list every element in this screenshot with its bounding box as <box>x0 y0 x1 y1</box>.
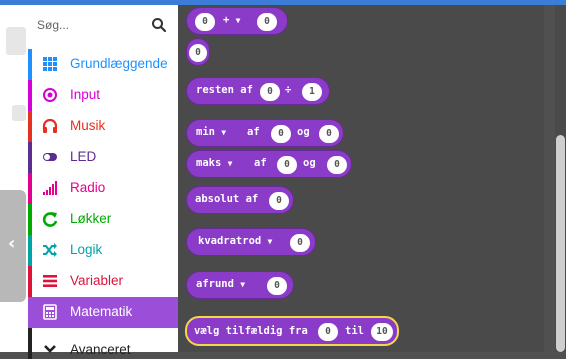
headphones-icon <box>42 118 58 133</box>
category-color-bar <box>28 328 32 359</box>
category-label: Musik <box>70 118 106 133</box>
dropdown-arrow-icon: ▼ <box>240 280 246 289</box>
block-label: og <box>303 157 316 169</box>
category-color-bar <box>28 204 32 235</box>
block-label: af <box>247 126 260 138</box>
block-label: vælg tilfældig fra <box>194 325 308 337</box>
category-label: Logik <box>70 242 103 257</box>
function-dropdown[interactable]: min ▼ <box>196 126 226 138</box>
toolbox-category-matematik[interactable]: Matematik <box>28 297 178 328</box>
remainder-block[interactable]: resten af 0 ÷ 1 <box>186 77 330 105</box>
refresh-icon <box>42 212 58 227</box>
calculator-icon <box>43 304 57 320</box>
number-input[interactable]: 0 <box>260 83 280 101</box>
signal-bars-icon <box>43 181 57 195</box>
number-input[interactable]: 1 <box>302 83 322 101</box>
absolute-block[interactable]: absolut af 0 <box>186 186 294 214</box>
block-label: af <box>254 157 267 169</box>
min-block[interactable]: min ▼ af 0 og 0 <box>186 119 344 147</box>
chevron-left-icon: ‹ <box>8 233 16 254</box>
number-input[interactable]: 0 <box>318 323 338 341</box>
toolbox-category-avanceret[interactable]: Avanceret <box>28 328 178 359</box>
function-label: kvadratrod <box>198 235 262 247</box>
category-color-bar <box>28 266 32 297</box>
operator-dropdown[interactable]: + ▼ <box>223 14 240 26</box>
search-icon[interactable] <box>151 17 167 33</box>
function-dropdown[interactable]: kvadratrod ▼ <box>198 235 272 247</box>
number-input[interactable]: 0 <box>195 13 215 31</box>
function-label: afrund <box>196 278 234 290</box>
function-dropdown[interactable]: afrund ▼ <box>196 278 245 290</box>
number-block[interactable]: 0 <box>186 38 210 66</box>
list-icon <box>43 275 57 287</box>
category-color-bar <box>28 235 32 266</box>
number-input[interactable]: 0 <box>290 234 310 252</box>
number-input[interactable]: 0 <box>319 125 339 143</box>
category-label: Variabler <box>70 273 124 288</box>
toggle-icon <box>43 153 57 161</box>
category-label: Matematik <box>70 304 133 319</box>
arithmetic-block[interactable]: 0 + ▼ 0 <box>186 7 288 35</box>
round-block[interactable]: afrund ▼ 0 <box>186 271 294 299</box>
square-root-block[interactable]: kvadratrod ▼ 0 <box>186 228 316 256</box>
shuffle-icon <box>43 243 57 257</box>
grid-icon <box>43 57 57 71</box>
dropdown-arrow-icon: ▼ <box>235 16 241 25</box>
workspace-block-hint <box>6 27 26 55</box>
chevron-down-icon <box>44 345 56 353</box>
category-label: Grundlæggende <box>70 56 168 71</box>
dropdown-arrow-icon: ▼ <box>227 159 233 168</box>
toolbox-category-variabler[interactable]: Variabler <box>28 266 178 297</box>
category-color-bar <box>28 49 32 80</box>
number-input[interactable]: 0 <box>277 156 297 174</box>
category-label: Løkker <box>70 211 112 226</box>
function-label: maks <box>196 157 222 169</box>
flyout-scrollbar-thumb[interactable] <box>556 135 565 352</box>
block-label: og <box>297 126 310 138</box>
blocks-flyout: 0 + ▼ 0 0 resten af 0 ÷ 1 min ▼ af 0 og … <box>178 5 544 352</box>
block-label: absolut af <box>195 193 259 205</box>
category-color-bar <box>28 173 32 204</box>
max-block[interactable]: maks ▼ af 0 og 0 <box>186 150 352 178</box>
category-color-bar <box>28 142 32 173</box>
category-label: Input <box>70 87 101 102</box>
number-input[interactable]: 0 <box>269 192 289 210</box>
dropdown-arrow-icon: ▼ <box>267 237 273 246</box>
toolbox-category-radio[interactable]: Radio <box>28 173 178 204</box>
toolbox-category-loekker[interactable]: Løkker <box>28 204 178 235</box>
divide-symbol: ÷ <box>285 84 292 96</box>
number-input[interactable]: 0 <box>257 13 277 31</box>
toolbox: Søg... Grundlæggende Input Musik LED Rad… <box>28 5 178 359</box>
toolbox-collapse-tab[interactable]: ‹ <box>0 190 26 302</box>
number-input[interactable]: 10 <box>371 323 393 341</box>
number-input[interactable]: 0 <box>189 44 207 62</box>
workspace-block-hint <box>12 105 26 121</box>
function-label: min <box>196 126 215 138</box>
block-label: resten af <box>196 84 253 96</box>
operator-label: + <box>223 14 230 26</box>
toolbox-category-grundlaeggende[interactable]: Grundlæggende <box>28 49 178 80</box>
random-range-block[interactable]: vælg tilfældig fra 0 til 10 <box>185 316 399 346</box>
toolbox-category-led[interactable]: LED <box>28 142 178 173</box>
toolbox-category-input[interactable]: Input <box>28 80 178 111</box>
number-input[interactable]: 0 <box>327 156 347 174</box>
category-color-bar <box>28 111 32 142</box>
category-label: Avanceret <box>70 342 131 357</box>
toolbox-category-logik[interactable]: Logik <box>28 235 178 266</box>
toolbox-category-musik[interactable]: Musik <box>28 111 178 142</box>
search-input[interactable]: Søg... <box>37 18 69 32</box>
search-box[interactable]: Søg... <box>28 14 178 38</box>
function-dropdown[interactable]: maks ▼ <box>196 157 232 169</box>
dropdown-arrow-icon: ▼ <box>221 128 227 137</box>
category-label: Radio <box>70 180 106 195</box>
number-input[interactable]: 0 <box>267 277 287 295</box>
category-color-bar <box>28 80 32 111</box>
block-label: til <box>345 325 364 337</box>
radio-circle-icon <box>43 88 57 102</box>
category-label: LED <box>70 149 97 164</box>
number-input[interactable]: 0 <box>271 125 291 143</box>
